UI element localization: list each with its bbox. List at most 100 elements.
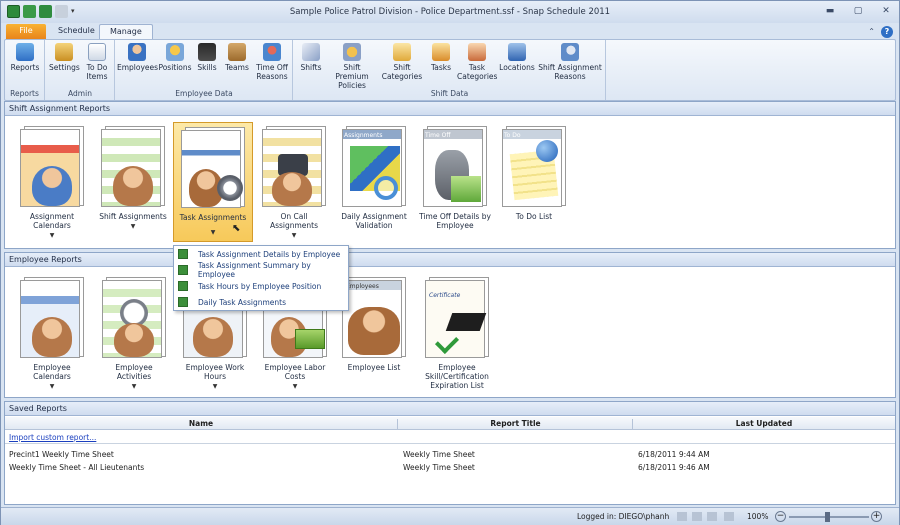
positions-button[interactable]: Positions	[158, 43, 192, 72]
report-icon	[178, 249, 188, 259]
to-do-items-button[interactable]: To Do Items	[82, 43, 112, 81]
report-tile-employee-activities[interactable]: Employee Activities ▼	[98, 277, 170, 391]
teams-button[interactable]: Teams	[222, 43, 252, 72]
locations-button[interactable]: Locations	[499, 43, 535, 72]
time-off-reasons-button[interactable]: Time Off Reasons	[254, 43, 290, 81]
tab-manage[interactable]: Manage	[99, 24, 153, 39]
time-off-reasons-icon	[263, 43, 281, 61]
skills-button[interactable]: Skills	[194, 43, 220, 72]
tile-label: Task Assignments	[179, 213, 247, 222]
report-tile-employee-calendars[interactable]: Employee Calendars ▼	[17, 277, 87, 391]
time-off-details-icon: Time Off	[421, 126, 489, 208]
shift-assignment-reasons-icon	[561, 43, 579, 61]
tab-schedule[interactable]: Schedule	[48, 24, 105, 39]
zoom-in-icon[interactable]: +	[871, 511, 882, 522]
shift-premium-policies-button[interactable]: Shift Premium Policies	[327, 43, 377, 90]
reading-view-icon[interactable]	[707, 512, 717, 521]
employee-calendars-icon	[18, 277, 86, 359]
thumb-title: Time Off	[425, 132, 451, 139]
shifts-button[interactable]: Shifts	[297, 43, 325, 72]
zoom-out-icon[interactable]: −	[775, 511, 786, 522]
chevron-down-icon[interactable]: ▼	[98, 222, 168, 231]
ribbon-tabs: File Schedule Manage ⌃ ?	[1, 23, 899, 39]
page-view-icon[interactable]	[692, 512, 702, 521]
report-icon	[178, 265, 188, 275]
daily-assignment-validation-icon: Assignments	[340, 126, 408, 208]
positions-icon	[166, 43, 184, 61]
report-icon	[178, 281, 188, 291]
thumb-title: To Do	[504, 132, 521, 139]
thumb-title: Employees	[346, 283, 379, 290]
import-row: Import custom report...	[5, 432, 895, 444]
normal-view-icon[interactable]	[677, 512, 687, 521]
chevron-down-icon[interactable]: ▼	[177, 382, 253, 391]
zoom-slider-thumb[interactable]	[825, 512, 830, 522]
title-bar: ▾ Sample Police Patrol Division - Police…	[1, 1, 899, 23]
tile-label: Employee Calendars	[33, 363, 71, 381]
pane-header: Saved Reports	[5, 402, 895, 416]
settings-icon	[55, 43, 73, 61]
chevron-down-icon[interactable]: ▼	[17, 231, 87, 240]
task-categories-button[interactable]: Task Categories	[457, 43, 497, 81]
ribbon-group-admin: Settings To Do Items Admin	[46, 40, 115, 100]
maximize-icon[interactable]: ▢	[851, 4, 865, 18]
certificate-icon: Certificate	[423, 277, 491, 359]
shift-categories-icon	[393, 43, 411, 61]
chevron-down-icon[interactable]: ▼	[17, 382, 87, 391]
ribbon-group-reports: Reports Reports	[5, 40, 45, 100]
report-tile-shift-assignments[interactable]: Shift Assignments ▼	[98, 126, 168, 231]
tile-label: Employee Work Hours	[185, 363, 245, 381]
chevron-down-icon[interactable]: ▼	[257, 231, 331, 240]
tile-label: Employee Activities	[115, 363, 153, 381]
saved-reports-table-header: Name Report Title Last Updated	[5, 417, 895, 430]
report-tile-time-off-details[interactable]: Time Off Time Off Details by Employee	[417, 126, 493, 230]
shift-premium-icon	[343, 43, 361, 61]
to-do-list-icon: To Do	[500, 126, 568, 208]
report-tile-assignment-calendars[interactable]: Assignment Calendars ▼	[17, 126, 87, 240]
tab-file[interactable]: File	[6, 24, 46, 39]
column-header-last-updated[interactable]: Last Updated	[634, 419, 894, 428]
task-categories-icon	[468, 43, 486, 61]
column-header-name[interactable]: Name	[5, 419, 398, 430]
help-icon[interactable]: ?	[881, 26, 893, 38]
assignment-calendars-icon	[18, 126, 86, 208]
close-icon[interactable]: ✕	[879, 4, 893, 18]
tasks-button[interactable]: Tasks	[427, 43, 455, 72]
saved-reports-pane: Saved Reports Name Report Title Last Upd…	[4, 401, 896, 505]
task-assignments-icon	[179, 127, 247, 209]
table-row[interactable]: Precint1 Weekly Time Sheet Weekly Time S…	[5, 449, 895, 461]
menu-item-task-assignment-details[interactable]: Task Assignment Details by Employee	[174, 246, 348, 262]
chevron-down-icon[interactable]: ▼	[257, 382, 333, 391]
shift-assignment-reports-pane: Shift Assignment Reports Assignment Cale…	[4, 101, 896, 249]
reports-button[interactable]: Reports	[9, 43, 41, 72]
import-custom-report-link[interactable]: Import custom report...	[9, 432, 96, 444]
column-header-report-title[interactable]: Report Title	[399, 419, 633, 430]
locations-icon	[508, 43, 526, 61]
settings-button[interactable]: Settings	[49, 43, 80, 72]
report-tile-to-do-list[interactable]: To Do To Do List	[499, 126, 569, 221]
ribbon: Reports Reports Settings To Do Items Adm…	[4, 39, 896, 101]
employee-activities-icon	[100, 277, 168, 359]
employees-button[interactable]: Employees	[117, 43, 158, 72]
chevron-down-icon[interactable]: ▼	[98, 382, 170, 391]
tile-label: On Call Assignments	[269, 212, 319, 230]
minimize-icon[interactable]: ▬	[823, 4, 837, 18]
report-tile-employee-skill-certification[interactable]: Certificate Employee Skill/Certification…	[415, 277, 499, 390]
shift-assignment-reasons-button[interactable]: Shift Assignment Reasons	[538, 43, 602, 81]
zoom-level: 100%	[747, 512, 769, 521]
reports-icon	[16, 43, 34, 61]
ribbon-group-employee-data: Employees Positions Skills Teams Time Of…	[116, 40, 293, 100]
menu-item-daily-task-assignments[interactable]: Daily Task Assignments	[174, 294, 348, 310]
tile-label: Employee Skill/Certification Expiration …	[425, 363, 489, 390]
menu-item-task-hours-by-position[interactable]: Task Hours by Employee Position	[174, 278, 348, 294]
report-tile-daily-assignment-validation[interactable]: Assignments Daily Assignment Validation	[337, 126, 411, 230]
shift-categories-button[interactable]: Shift Categories	[380, 43, 424, 81]
minimize-ribbon-icon[interactable]: ⌃	[868, 27, 875, 36]
table-row[interactable]: Weekly Time Sheet - All Lieutenants Week…	[5, 462, 895, 474]
report-tile-on-call-assignments[interactable]: On Call Assignments ▼	[257, 126, 331, 240]
menu-item-task-assignment-summary[interactable]: Task Assignment Summary by Employee	[174, 261, 348, 279]
status-bar: Logged in: DIEGO\phanh 100% − +	[1, 507, 899, 525]
print-layout-icon[interactable]	[724, 512, 734, 521]
report-tile-task-assignments[interactable]: Task Assignments ▼ ⬉	[173, 122, 253, 242]
thumb-title: Assignments	[344, 132, 383, 139]
